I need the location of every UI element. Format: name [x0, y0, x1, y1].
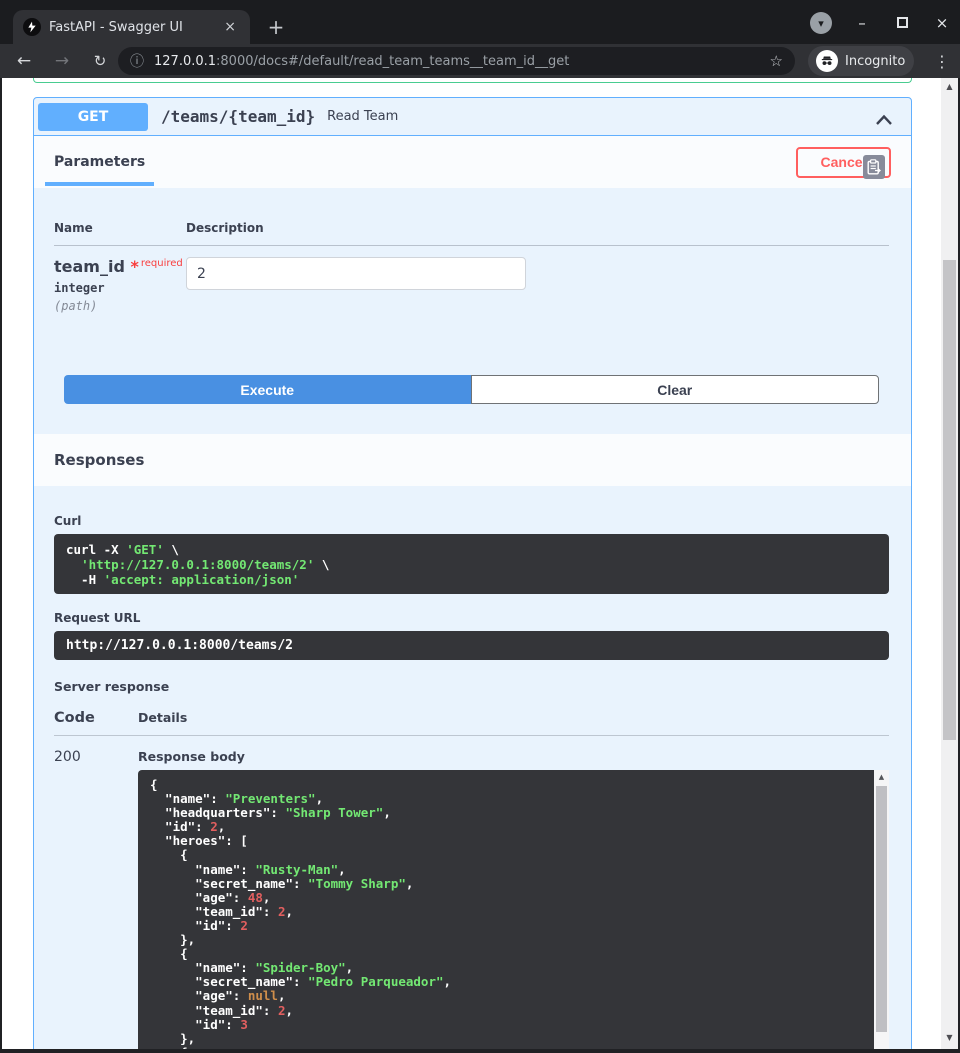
copy-to-clipboard-button[interactable] [863, 155, 885, 179]
curl-label: Curl [54, 514, 889, 528]
parameter-name: team_id *required [54, 257, 186, 276]
endpoint-summary-row[interactable]: GET /teams/{team_id} Read Team [34, 98, 911, 136]
incognito-label: Incognito [845, 54, 905, 69]
browser-update-icon[interactable]: ▾ [810, 12, 832, 34]
previous-endpoint-block-edge [33, 78, 912, 83]
browser-tab[interactable]: FastAPI - Swagger UI × [13, 10, 250, 44]
execute-row: Execute Clear [64, 375, 879, 404]
server-response-label: Server response [54, 679, 889, 694]
reload-button[interactable]: ↻ [86, 44, 114, 78]
team-id-input[interactable] [186, 257, 526, 290]
tab-close-icon[interactable]: × [220, 19, 240, 35]
responses-header-band: Responses [34, 434, 911, 486]
name-column-header: Name [54, 221, 186, 235]
parameter-row: team_id *required integer (path) [54, 257, 889, 313]
responses-title: Responses [54, 451, 144, 469]
window-frame-left [0, 78, 2, 1053]
swagger-page: GET /teams/{team_id} Read Team Parameter… [2, 78, 941, 1049]
browser-window: FastAPI - Swagger UI × + ▾ – × ← → ↻ ⓘ 1… [0, 0, 960, 1053]
code-details-header: Code Details [54, 710, 889, 726]
responses-area: Curl curl -X 'GET' \ 'http://127.0.0.1:8… [34, 486, 911, 1053]
curl-command-block: curl -X 'GET' \ 'http://127.0.0.1:8000/t… [54, 534, 889, 594]
parameters-tab-label: Parameters [54, 154, 145, 170]
parameter-location: (path) [54, 299, 186, 313]
body-scroll-thumb[interactable] [876, 786, 887, 1032]
page-scroll-down-icon[interactable]: ▼ [941, 1029, 958, 1045]
url-path: :8000/docs#/default/read_team_teams__tea… [216, 54, 569, 69]
endpoint-path: /teams/{team_id} [161, 107, 315, 126]
active-tab-underline [45, 182, 154, 186]
body-scroll-up-icon[interactable]: ▲ [874, 770, 889, 784]
page-scroll-thumb[interactable] [943, 260, 956, 740]
close-window-button[interactable]: × [932, 14, 952, 32]
back-button[interactable]: ← [10, 44, 38, 78]
page-scroll-up-icon[interactable]: ▲ [941, 78, 958, 94]
browser-toolbar: ← → ↻ ⓘ 127.0.0.1:8000/docs#/default/rea… [0, 44, 960, 78]
execute-button[interactable]: Execute [64, 375, 471, 404]
browser-menu-button[interactable]: ⋮ [928, 44, 956, 78]
request-url-label: Request URL [54, 611, 889, 625]
response-details-cell: Response body { "name": "Preventers", "h… [138, 749, 889, 1053]
parameters-table: Name Description team_id *required integ… [34, 221, 911, 313]
code-details-divider [54, 735, 889, 736]
response-body-json: { "name": "Preventers", "headquarters": … [138, 770, 874, 1053]
details-column-header: Details [138, 710, 187, 725]
http-method-badge: GET [38, 103, 148, 131]
page-scrollbar[interactable]: ▲ ▼ [941, 78, 958, 1049]
endpoint-description: Read Team [327, 109, 398, 124]
response-body-label: Response body [138, 749, 889, 764]
response-body-scrollbar[interactable]: ▲ [874, 770, 889, 1053]
request-url-value: http://127.0.0.1:8000/teams/2 [54, 631, 889, 660]
clear-button[interactable]: Clear [471, 375, 880, 404]
maximize-icon [897, 17, 908, 28]
maximize-button[interactable] [892, 14, 912, 32]
parameters-table-head: Name Description [54, 221, 889, 235]
url-host: 127.0.0.1 [154, 54, 216, 69]
new-tab-button[interactable]: + [262, 13, 290, 41]
tab-parameters[interactable]: Parameters [54, 136, 145, 188]
parameter-type: integer [54, 281, 186, 295]
get-endpoint-block: GET /teams/{team_id} Read Team Parameter… [33, 97, 912, 1053]
required-star: * [130, 257, 138, 276]
fastapi-favicon-icon [23, 18, 41, 36]
parameters-header-band: Parameters Cancel [34, 136, 911, 188]
tab-strip: FastAPI - Swagger UI × + ▾ – × [0, 0, 960, 44]
code-column-header: Code [54, 710, 138, 726]
status-code: 200 [54, 749, 138, 1053]
minimize-button[interactable]: – [852, 14, 872, 32]
forward-button[interactable]: → [48, 44, 76, 78]
incognito-icon [816, 50, 838, 72]
collapse-chevron-up-icon[interactable] [875, 111, 893, 123]
url-text[interactable]: 127.0.0.1:8000/docs#/default/read_team_t… [154, 54, 762, 69]
table-head-divider [54, 245, 889, 246]
required-label: required [141, 258, 183, 269]
parameter-value-cell [186, 257, 889, 313]
site-info-icon[interactable]: ⓘ [130, 51, 144, 71]
window-frame-bottom [0, 1049, 960, 1053]
address-bar[interactable]: ⓘ 127.0.0.1:8000/docs#/default/read_team… [118, 47, 795, 75]
response-body-wrap: { "name": "Preventers", "headquarters": … [138, 770, 889, 1053]
incognito-badge: Incognito [808, 46, 914, 76]
description-column-header: Description [186, 221, 889, 235]
tab-title: FastAPI - Swagger UI [41, 20, 220, 35]
window-controls: ▾ – × [810, 12, 952, 34]
bookmark-star-icon[interactable]: ☆ [770, 52, 783, 70]
response-row: 200 Response body { "name": "Preventers"… [54, 749, 889, 1053]
parameter-name-cell: team_id *required integer (path) [54, 257, 186, 313]
